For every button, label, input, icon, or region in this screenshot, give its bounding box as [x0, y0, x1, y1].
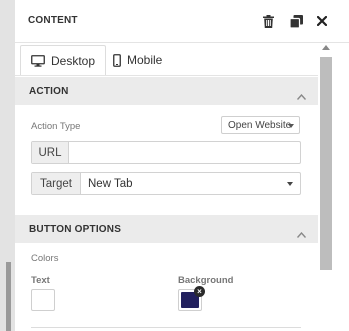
section-button-options-title: BUTTON OPTIONS — [29, 223, 122, 235]
url-input[interactable] — [69, 142, 300, 163]
left-scrollbar-thumb[interactable] — [6, 262, 11, 331]
section-action-header[interactable]: ACTION — [15, 77, 318, 105]
tab-desktop[interactable]: Desktop — [20, 45, 106, 76]
tab-mobile[interactable]: Mobile — [113, 45, 183, 75]
tab-desktop-label: Desktop — [50, 54, 96, 68]
panel-scrollbar[interactable] — [319, 43, 333, 331]
panel-header: CONTENT — [15, 0, 349, 43]
text-color-swatch[interactable] — [31, 289, 55, 311]
scroll-up-arrow-icon[interactable] — [322, 45, 330, 50]
section-divider — [31, 327, 301, 328]
duplicate-icon — [289, 14, 303, 28]
target-select[interactable]: New Tab — [81, 173, 305, 194]
close-icon — [317, 16, 327, 26]
target-field: Target New Tab — [31, 172, 301, 195]
chevron-up-icon — [296, 87, 307, 105]
background-color-label: Background — [178, 275, 234, 286]
caret-down-icon — [288, 124, 294, 128]
close-button[interactable] — [312, 11, 332, 31]
device-tabs: Desktop Mobile — [15, 43, 318, 76]
action-type-label: Action Type — [31, 121, 81, 132]
tab-mobile-label: Mobile — [127, 53, 163, 67]
trash-icon — [262, 14, 274, 28]
clear-color-icon[interactable]: × — [194, 286, 205, 297]
mobile-icon — [113, 53, 121, 67]
desktop-icon — [31, 55, 45, 67]
panel-scrollbar-thumb[interactable] — [320, 57, 332, 270]
action-type-value: Open Website — [228, 119, 292, 131]
caret-down-icon — [287, 182, 293, 186]
colors-label: Colors — [31, 253, 59, 264]
delete-button[interactable] — [258, 11, 278, 31]
chevron-up-icon — [296, 225, 307, 243]
url-field: URL — [31, 141, 301, 164]
duplicate-button[interactable] — [286, 11, 306, 31]
target-select-value: New Tab — [88, 177, 133, 190]
section-action-title: ACTION — [29, 85, 69, 97]
target-addon: Target — [32, 173, 81, 194]
section-button-options-header[interactable]: BUTTON OPTIONS — [15, 215, 318, 243]
left-gutter — [0, 0, 15, 331]
tabs-divider — [15, 75, 318, 76]
text-color-label: Text — [31, 275, 50, 286]
panel-title: CONTENT — [28, 15, 78, 26]
action-type-dropdown[interactable]: Open Website — [221, 116, 300, 134]
content-panel: CONTENT Desktop Mobile ACTION Action Typ… — [15, 0, 349, 331]
url-addon: URL — [32, 142, 69, 163]
